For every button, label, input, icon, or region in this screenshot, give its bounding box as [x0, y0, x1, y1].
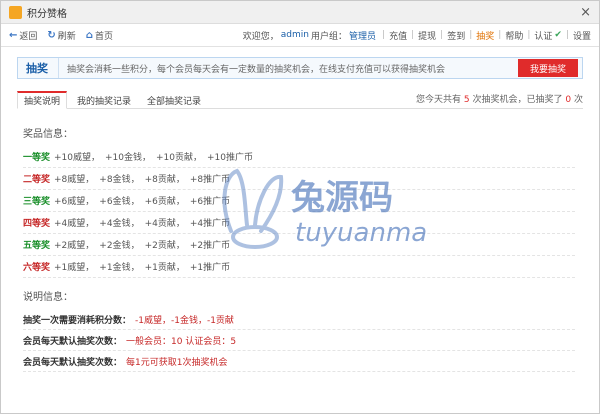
prize-row: 一等奖 +10威望， +10金钱， +10贡献， +10推广币: [23, 146, 575, 168]
title-bar: 积分赞格 ×: [1, 1, 599, 24]
prize-item: +10贡献，: [156, 153, 203, 163]
rule-key: 抽奖一次需要消耗积分数：: [23, 315, 132, 326]
prize-item: +8金钱，: [99, 175, 140, 185]
rule-value: 每1元可获取1次抽奖机会: [126, 357, 228, 368]
lottery-banner: 抽奖 抽奖会消耗一些积分，每个会员每天会有一定数量的抽奖机会，在线支付充值可以获…: [17, 57, 583, 79]
rule-key: 会员每天默认抽奖次数：: [23, 336, 123, 347]
recharge-link[interactable]: 充值: [389, 29, 407, 42]
prize-row: 三等奖 +6威望， +6金钱， +6贡献， +6推广币: [23, 190, 575, 212]
prize-item: +2推广币: [189, 241, 231, 251]
signin-link[interactable]: 签到: [447, 29, 465, 42]
home-button[interactable]: ⌂ 首页: [86, 29, 113, 42]
window-title: 积分赞格: [27, 8, 67, 20]
prize-item: +10推广币: [207, 153, 254, 163]
back-icon: ←: [9, 29, 18, 41]
banner-description: 抽奖会消耗一些积分，每个会员每天会有一定数量的抽奖机会，在线支付充值可以获得抽奖…: [67, 64, 446, 75]
prize-item: +1威望，: [54, 263, 95, 273]
refresh-button[interactable]: ↻ 刷新: [47, 29, 75, 42]
lottery-content: 奖品信息： 一等奖 +10威望， +10金钱， +10贡献， +10推广币二等奖 +8威望…: [23, 119, 575, 372]
prize-item: +8推广币: [189, 175, 231, 185]
prize-item: +2金钱，: [99, 241, 140, 251]
prize-list: 一等奖 +10威望， +10金钱， +10贡献， +10推广币二等奖 +8威望， +8金钱，…: [23, 146, 575, 278]
check-icon: ✔: [554, 30, 562, 40]
prize-item: +1金钱，: [99, 263, 140, 273]
refresh-label: 刷新: [57, 31, 76, 42]
back-label: 返回: [19, 31, 38, 42]
rules-title: 说明信息：: [23, 292, 73, 303]
prize-item: +1推广币: [189, 263, 231, 273]
prize-item: +6金钱，: [99, 197, 140, 207]
summary-used: 0: [565, 95, 572, 105]
prize-level: 三等奖: [23, 197, 51, 207]
prize-item: +1贡献，: [144, 263, 185, 273]
toolbar-nav: ← 返回 ↻ 刷新 ⌂ 首页: [9, 29, 123, 42]
prize-item: +2威望，: [54, 241, 95, 251]
prize-level: 五等奖: [23, 241, 51, 251]
user-menu: 欢迎您， admin 用户组： 管理员 | 充值 | 提现 | 签到 | 抽奖 …: [242, 29, 591, 42]
prize-row: 六等奖 +1威望， +1金钱， +1贡献， +1推广币: [23, 256, 575, 278]
summary-suffix: 次: [573, 95, 583, 105]
app-logo-icon: [9, 5, 22, 19]
rule-row: 会员每天默认抽奖次数： 每1元可获取1次抽奖机会: [23, 351, 575, 372]
prize-level: 一等奖: [23, 153, 51, 163]
home-icon: ⌂: [85, 29, 93, 41]
prize-item: +4威望，: [54, 219, 95, 229]
withdraw-link[interactable]: 提现: [418, 29, 436, 42]
prize-level: 六等奖: [23, 263, 51, 273]
prize-item: +8贡献，: [144, 175, 185, 185]
user-group: 管理员: [349, 31, 377, 42]
prize-level: 二等奖: [23, 175, 51, 185]
prize-item: +6威望，: [54, 197, 95, 207]
rule-value: 一般会员：10 认证会员：5: [126, 336, 237, 347]
prize-item: +6贡献，: [144, 197, 185, 207]
prizes-title: 奖品信息：: [23, 129, 73, 140]
home-label: 首页: [94, 31, 113, 42]
tab-all-records[interactable]: 全部抽奖记录: [141, 92, 207, 108]
username-link[interactable]: admin: [281, 30, 309, 40]
rule-value: -1威望，-1金钱，-1贡献: [135, 315, 234, 326]
prize-item: +2贡献，: [144, 241, 185, 251]
tab-bar: 抽奖说明 我的抽奖记录 全部抽奖记录 您今天共有 5 次抽奖机会，已抽奖了 0 …: [17, 91, 583, 109]
settings-link[interactable]: 设置: [573, 29, 591, 42]
close-icon[interactable]: ×: [580, 6, 591, 19]
prize-item: +10威望，: [54, 153, 101, 163]
prize-row: 五等奖 +2威望， +2金钱， +2贡献， +2推广币: [23, 234, 575, 256]
rule-row: 会员每天默认抽奖次数： 一般会员：10 认证会员：5: [23, 330, 575, 351]
prize-row: 四等奖 +4威望， +4金钱， +4贡献， +4推广币: [23, 212, 575, 234]
prize-item: +6推广币: [189, 197, 231, 207]
refresh-icon: ↻: [47, 29, 56, 41]
verify-link[interactable]: 认证: [534, 29, 552, 42]
prize-level: 四等奖: [23, 219, 51, 229]
tab-lottery-rules[interactable]: 抽奖说明: [17, 91, 68, 109]
lottery-window: 积分赞格 × ← 返回 ↻ 刷新 ⌂ 首页 欢迎您， admin 用户组： 管理员 |…: [0, 0, 600, 414]
rule-list: 抽奖一次需要消耗积分数： -1威望，-1金钱，-1贡献 会员每天默认抽奖次数： 一般会…: [23, 309, 575, 372]
back-button[interactable]: ← 返回: [9, 29, 37, 42]
prize-item: +8威望，: [54, 175, 95, 185]
prize-item: +4推广币: [189, 219, 231, 229]
tab-my-records[interactable]: 我的抽奖记录: [71, 92, 137, 108]
prize-item: +10金钱，: [105, 153, 152, 163]
lottery-link[interactable]: 抽奖: [476, 29, 494, 42]
draw-lottery-button[interactable]: 我要抽奖: [518, 59, 578, 77]
summary-total: 5: [463, 95, 470, 105]
chance-summary: 您今天共有 5 次抽奖机会，已抽奖了 0 次: [416, 92, 583, 108]
prize-row: 二等奖 +8威望， +8金钱， +8贡献， +8推广币: [23, 168, 575, 190]
group-label: 用户组：: [310, 31, 347, 42]
prize-item: +4金钱，: [99, 219, 140, 229]
summary-prefix: 您今天共有: [415, 95, 461, 105]
greeting: 欢迎您，: [242, 31, 279, 42]
rule-row: 抽奖一次需要消耗积分数： -1威望，-1金钱，-1贡献: [23, 309, 575, 330]
summary-mid: 次抽奖机会，已抽奖了: [472, 95, 563, 105]
prize-item: +4贡献，: [144, 219, 185, 229]
toolbar: ← 返回 ↻ 刷新 ⌂ 首页 欢迎您， admin 用户组： 管理员 | 充值 | 提…: [1, 24, 599, 47]
banner-title: 抽奖: [18, 58, 59, 78]
rule-key: 会员每天默认抽奖次数：: [23, 357, 123, 368]
help-link[interactable]: 帮助: [505, 29, 523, 42]
